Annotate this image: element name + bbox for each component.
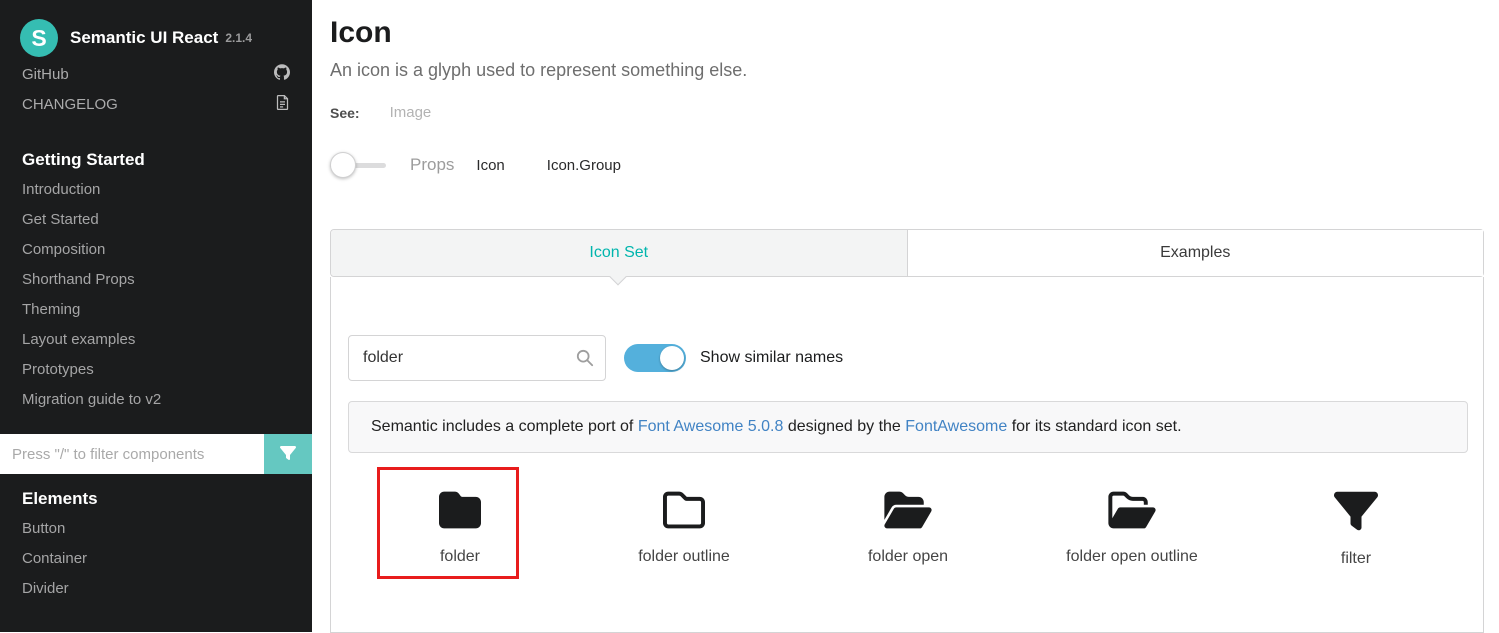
icon-search-field [348, 335, 606, 381]
sidebar-item-container[interactable]: Container [0, 544, 312, 574]
show-similar-label: Show similar names [700, 349, 843, 367]
folder-outline-icon [660, 489, 708, 531]
props-link-icon[interactable]: Icon [476, 157, 504, 174]
filter-icon [1334, 489, 1378, 533]
page-subtitle: An icon is a glyph used to represent som… [330, 60, 747, 81]
section-heading-elements: Elements [0, 484, 312, 514]
section-heading-getting-started: Getting Started [0, 145, 312, 175]
icon-search-input[interactable] [348, 335, 606, 381]
props-label: Props [410, 155, 454, 175]
see-also-row: See: Image [330, 104, 431, 121]
brand-title: Semantic UI React [70, 28, 218, 48]
see-label: See: [330, 105, 360, 121]
info-text-part2: designed by the [783, 418, 905, 435]
icon-result-label: folder outline [638, 548, 730, 566]
font-awesome-version-link[interactable]: Font Awesome 5.0.8 [638, 418, 784, 435]
tab-icon-set-label: Icon Set [589, 244, 648, 262]
sidebar-item-github[interactable]: GitHub [0, 59, 312, 89]
icon-result-label: folder open [868, 548, 948, 566]
semantic-ui-logo-icon: S [20, 19, 58, 57]
brand-version: 2.1.4 [225, 31, 252, 45]
page-title: Icon [330, 16, 392, 50]
filter-funnel-icon [280, 445, 296, 464]
props-link-icon-group[interactable]: Icon.Group [547, 157, 621, 174]
tab-examples[interactable]: Examples [908, 230, 1484, 276]
icon-results-grid: folder folder outline folder open folder… [348, 467, 1468, 568]
see-link-image[interactable]: Image [390, 104, 432, 121]
icon-result-label: filter [1341, 550, 1371, 568]
icon-search-row: Show similar names [348, 335, 843, 381]
folder-open-outline-icon [1106, 489, 1158, 531]
icon-result-folder-open[interactable]: folder open [796, 467, 1020, 568]
sidebar-item-composition[interactable]: Composition [0, 235, 312, 265]
sidebar-item-migration-guide[interactable]: Migration guide to v2 [0, 385, 312, 415]
icon-set-pane: Show similar names Semantic includes a c… [330, 277, 1484, 633]
filter-components-input[interactable] [0, 434, 264, 474]
sidebar-item-divider[interactable]: Divider [0, 574, 312, 604]
sidebar-item-layout-examples[interactable]: Layout examples [0, 325, 312, 355]
changelog-link-label: CHANGELOG [22, 96, 118, 113]
font-awesome-info-message: Semantic includes a complete port of Fon… [348, 401, 1468, 453]
show-similar-toggle-knob [660, 346, 684, 370]
changelog-file-icon [275, 94, 290, 115]
icon-result-label: folder [440, 548, 480, 566]
filter-button[interactable] [264, 434, 312, 474]
props-toggle-knob [330, 152, 356, 178]
folder-open-icon [882, 489, 934, 531]
icon-result-folder[interactable]: folder [348, 467, 572, 568]
info-text: Semantic includes a complete port of Fon… [371, 418, 1182, 436]
props-toggle[interactable] [330, 152, 386, 178]
show-similar-toggle[interactable] [624, 344, 686, 372]
sidebar-item-shorthand-props[interactable]: Shorthand Props [0, 265, 312, 295]
icon-result-folder-outline[interactable]: folder outline [572, 467, 796, 568]
github-icon [274, 64, 290, 84]
sidebar-item-get-started[interactable]: Get Started [0, 205, 312, 235]
tab-menu: Icon Set Examples [330, 229, 1484, 277]
sidebar-item-theming[interactable]: Theming [0, 295, 312, 325]
component-filter [0, 434, 312, 474]
sidebar-item-changelog[interactable]: CHANGELOG [0, 89, 312, 119]
github-link-label: GitHub [22, 66, 69, 83]
sidebar: S Semantic UI React 2.1.4 GitHub CHANGEL… [0, 0, 312, 632]
sidebar-item-button[interactable]: Button [0, 514, 312, 544]
svg-text:S: S [31, 25, 46, 51]
main-content: Icon An icon is a glyph used to represen… [312, 0, 1499, 632]
icon-result-label: folder open outline [1066, 548, 1198, 566]
info-text-part3: for its standard icon set. [1007, 418, 1181, 435]
brand[interactable]: S Semantic UI React 2.1.4 [0, 0, 312, 59]
sidebar-item-prototypes[interactable]: Prototypes [0, 355, 312, 385]
props-row: Props Icon Icon.Group [330, 150, 621, 180]
info-text-part1: Semantic includes a complete port of [371, 418, 638, 435]
icon-result-folder-open-outline[interactable]: folder open outline [1020, 467, 1244, 568]
tab-examples-label: Examples [1160, 244, 1230, 262]
sidebar-item-introduction[interactable]: Introduction [0, 175, 312, 205]
folder-icon [436, 489, 484, 531]
icon-result-filter[interactable]: filter [1244, 467, 1468, 568]
search-icon [576, 349, 594, 372]
font-awesome-link[interactable]: FontAwesome [905, 418, 1007, 435]
